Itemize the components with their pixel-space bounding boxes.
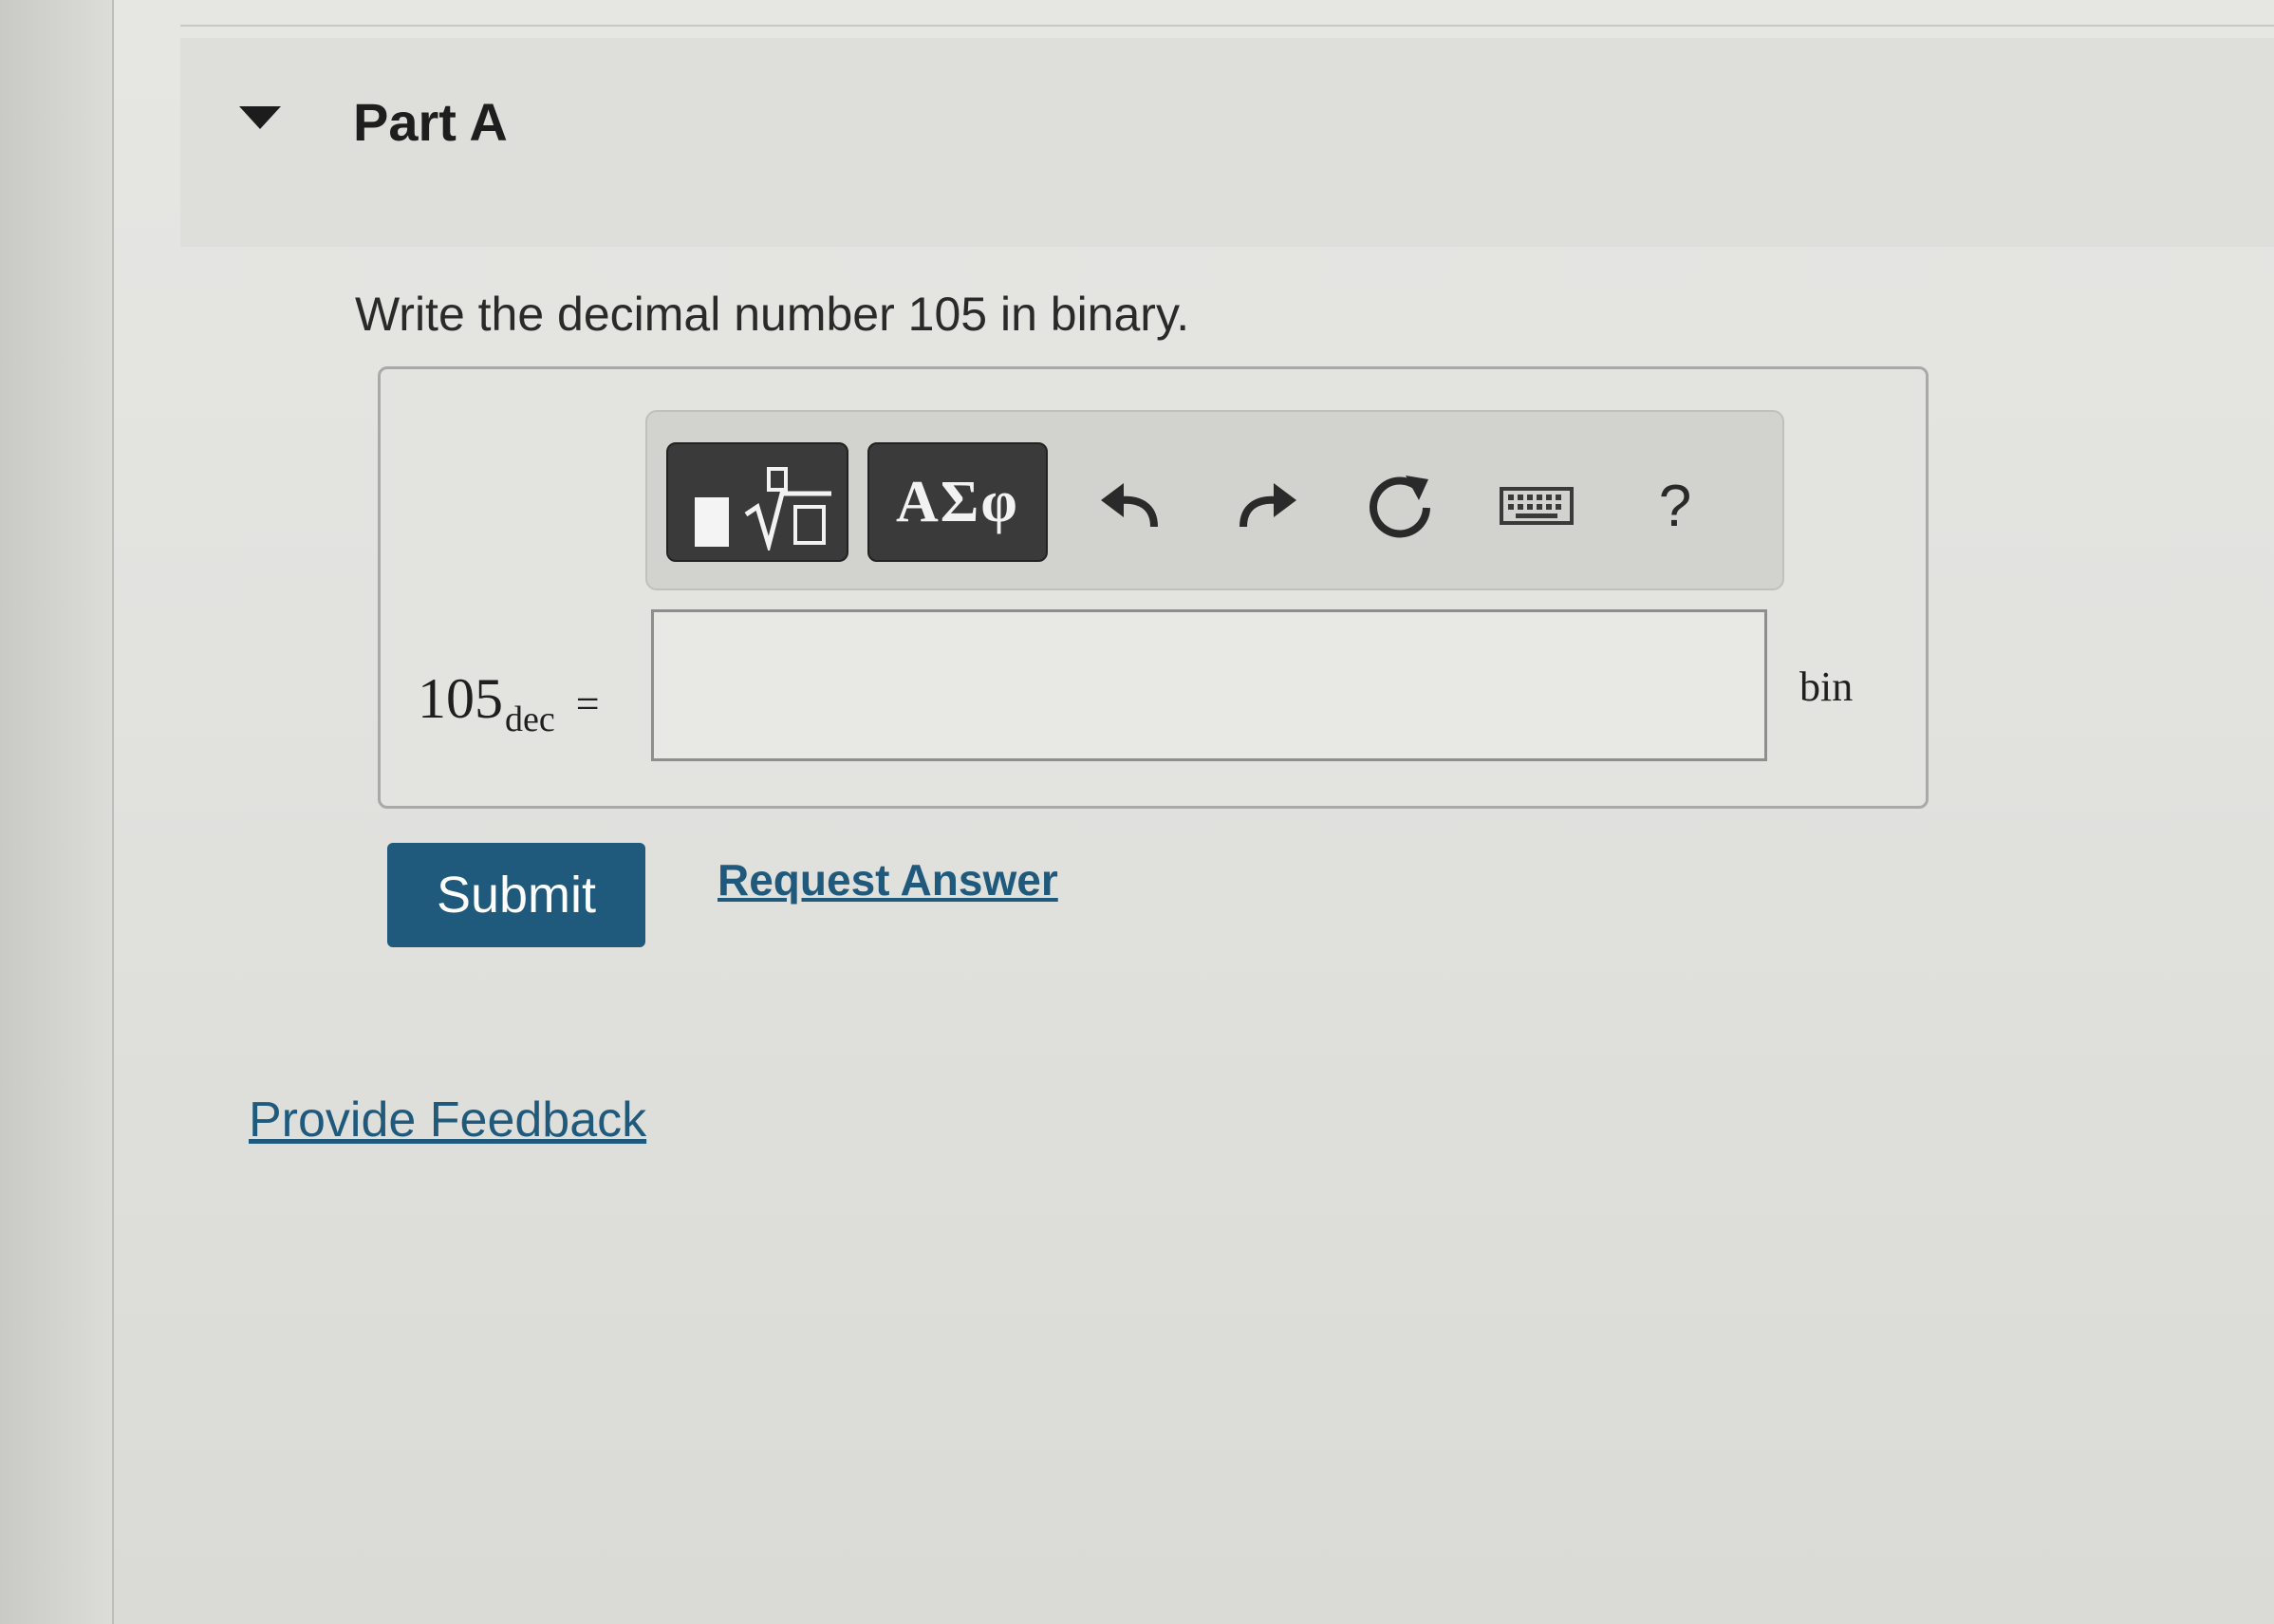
- templates-button[interactable]: [666, 442, 848, 562]
- equals-sign: =: [575, 681, 600, 727]
- radical-icon: [744, 467, 831, 551]
- redo-icon[interactable]: [1224, 463, 1310, 549]
- help-button[interactable]: ?: [1632, 463, 1718, 549]
- request-answer-link[interactable]: Request Answer: [718, 854, 1058, 905]
- keyboard-icon[interactable]: [1494, 463, 1579, 549]
- greek-symbols-button[interactable]: ΑΣφ: [867, 442, 1048, 562]
- part-title: Part A: [353, 92, 508, 152]
- reset-icon[interactable]: [1357, 463, 1443, 549]
- provide-feedback-link[interactable]: Provide Feedback: [249, 1092, 646, 1148]
- undo-icon[interactable]: [1088, 463, 1173, 549]
- submit-button[interactable]: Submit: [387, 843, 645, 947]
- question-text: Write the decimal number 105 in binary.: [355, 288, 1190, 341]
- lhs-subscript: dec: [505, 700, 555, 739]
- lhs-number: 105: [418, 667, 503, 730]
- collapse-caret-icon[interactable]: [239, 106, 281, 129]
- answer-input[interactable]: [651, 609, 1767, 761]
- left-page-edge: [0, 0, 114, 1624]
- top-divider: [180, 25, 2274, 27]
- template-block-icon: [695, 497, 729, 547]
- equation-lhs: 105 dec =: [418, 666, 600, 739]
- unit-label: bin: [1799, 663, 1854, 710]
- page: Part A Write the decimal number 105 in b…: [0, 0, 2274, 1624]
